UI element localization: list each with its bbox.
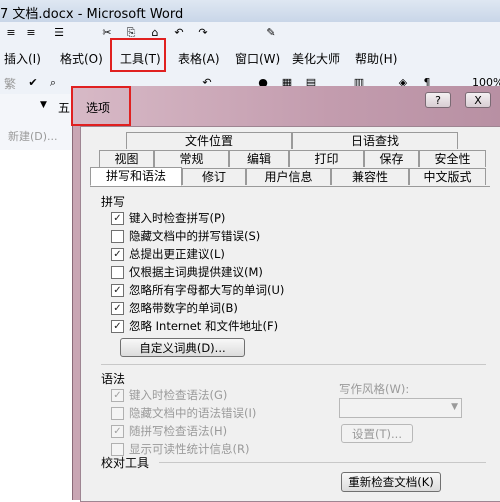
dialog-title-highlight-box xyxy=(71,86,131,126)
style-dropdown-icon[interactable]: ▼ xyxy=(40,100,47,110)
checkbox-checked-icon[interactable]: ✓ xyxy=(111,247,124,261)
recheck-document-button[interactable]: 重新检查文档(K) xyxy=(341,472,441,492)
spelling-option[interactable]: 隐藏文档中的拼写错误(S) xyxy=(111,228,260,244)
checkbox-checked-icon[interactable]: ✓ xyxy=(111,319,124,333)
tab-user-info[interactable]: 用户信息 xyxy=(246,168,331,185)
tab-track-changes[interactable]: 修订 xyxy=(182,168,246,185)
checkbox-unchecked-icon[interactable] xyxy=(111,265,124,279)
writing-style-label: 写作风格(W): xyxy=(339,382,410,396)
spelling-option[interactable]: ✓ 忽略 Internet 和文件地址(F) xyxy=(111,318,278,334)
grammar-option[interactable]: 隐藏文档中的语法错误(I) xyxy=(111,405,256,421)
tab-compatibility[interactable]: 兼容性 xyxy=(331,168,409,185)
menu-window[interactable]: 窗口(W) xyxy=(235,50,280,67)
window-title: 7 文档.docx - Microsoft Word xyxy=(0,7,184,22)
dialog-body: 文件位置 日语查找 视图 常规 编辑 打印 保存 安全性 拼写和语法 修订 用户… xyxy=(80,126,500,502)
research-icon[interactable]: ⌕ xyxy=(46,76,60,90)
tab-spelling-grammar[interactable]: 拼写和语法 xyxy=(90,167,182,186)
tab-general[interactable]: 常规 xyxy=(154,150,229,167)
proofing-heading: 校对工具 xyxy=(101,456,150,470)
chevron-down-icon[interactable]: ▼ xyxy=(451,402,458,412)
menu-bar: 插入(I) 格式(O) 工具(T) 表格(A) 窗口(W) 美化大师 帮助(H) xyxy=(0,44,500,73)
tab-save[interactable]: 保存 xyxy=(364,150,419,167)
checkbox-checked-icon[interactable]: ✓ xyxy=(111,283,124,297)
dialog-help-button[interactable]: ? xyxy=(425,92,451,108)
options-dialog: 选项 ? X 文件位置 日语查找 视图 常规 编辑 打印 保存 安全性 拼写和语… xyxy=(71,86,500,502)
tab-chinese-layout[interactable]: 中文版式 xyxy=(409,168,486,185)
custom-dictionary-button[interactable]: 自定义词典(D)... xyxy=(120,338,245,357)
option-label: 忽略带数字的单词(B) xyxy=(129,301,238,315)
align-icon[interactable]: ≡ xyxy=(4,26,18,40)
spelling-option[interactable]: ✓ 忽略带数字的单词(B) xyxy=(111,300,238,316)
option-label: 键入时检查拼写(P) xyxy=(129,211,226,225)
tab-security[interactable]: 安全性 xyxy=(419,150,486,167)
option-label: 总提出更正建议(L) xyxy=(129,247,225,261)
spelling-option[interactable]: ✓ 总提出更正建议(L) xyxy=(111,246,225,262)
tab-edit[interactable]: 编辑 xyxy=(229,150,289,167)
writing-style-select[interactable]: ▼ xyxy=(339,398,462,418)
toolbar-top: ≡ ≡ ☰ ✂ ⎘ ⌂ ↶ ↷ ✎ xyxy=(0,22,500,45)
redo-icon[interactable]: ↷ xyxy=(196,26,210,40)
tab-view[interactable]: 视图 xyxy=(99,150,154,167)
font-size-indicator[interactable]: 五 xyxy=(58,99,70,116)
checkbox-checked-icon[interactable]: ✓ xyxy=(111,424,124,438)
menu-format[interactable]: 格式(O) xyxy=(60,50,103,67)
grammar-option[interactable]: ✓ 随拼写检查语法(H) xyxy=(111,423,227,439)
format-painter-icon[interactable]: ✎ xyxy=(264,26,278,40)
new-document-link[interactable]: 新建(D)... xyxy=(8,128,58,144)
tab-print[interactable]: 打印 xyxy=(289,150,364,167)
checkbox-checked-icon[interactable]: ✓ xyxy=(111,211,124,225)
tools-highlight-box xyxy=(110,38,166,72)
option-label: 忽略所有字母都大写的单词(U) xyxy=(129,283,285,297)
section-divider xyxy=(159,462,486,463)
dialog-close-button[interactable]: X xyxy=(465,92,491,108)
tab-japanese-find[interactable]: 日语查找 xyxy=(292,132,458,149)
spelling-option[interactable]: 仅根据主词典提供建议(M) xyxy=(111,264,263,280)
menu-beautify[interactable]: 美化大师 xyxy=(292,50,340,67)
style-indicator: 繁 xyxy=(4,77,17,91)
menu-help[interactable]: 帮助(H) xyxy=(355,50,397,67)
document-area xyxy=(0,150,76,500)
word-title-bar: 7 文档.docx - Microsoft Word xyxy=(0,0,500,23)
option-label: 隐藏文档中的拼写错误(S) xyxy=(129,229,261,243)
spelling-option[interactable]: ✓ 忽略所有字母都大写的单词(U) xyxy=(111,282,284,298)
section-divider xyxy=(101,364,486,365)
option-label: 忽略 Internet 和文件地址(F) xyxy=(129,319,279,333)
grammar-settings-button[interactable]: 设置(T)... xyxy=(341,424,413,443)
grammar-option[interactable]: ✓ 键入时检查语法(G) xyxy=(111,387,227,403)
dialog-title-bar: 选项 ? X xyxy=(73,86,500,126)
option-label: 随拼写检查语法(H) xyxy=(129,424,228,438)
list-icon[interactable]: ☰ xyxy=(52,26,66,40)
spelling-option[interactable]: ✓ 键入时检查拼写(P) xyxy=(111,210,225,226)
spelling-heading: 拼写 xyxy=(101,195,126,209)
tab-baseline xyxy=(90,186,490,187)
checkbox-unchecked-icon[interactable] xyxy=(111,406,124,420)
option-label: 仅根据主词典提供建议(M) xyxy=(129,265,263,279)
spellcheck-icon[interactable]: ✔ xyxy=(26,76,40,90)
tab-file-locations[interactable]: 文件位置 xyxy=(126,132,292,149)
menu-insert[interactable]: 插入(I) xyxy=(4,50,41,67)
checkbox-checked-icon[interactable]: ✓ xyxy=(111,301,124,315)
option-label: 键入时检查语法(G) xyxy=(129,388,228,402)
checkbox-unchecked-icon[interactable] xyxy=(111,229,124,243)
grammar-heading: 语法 xyxy=(101,372,126,386)
undo-icon[interactable]: ↶ xyxy=(172,26,186,40)
checkbox-checked-icon[interactable]: ✓ xyxy=(111,388,124,402)
menu-table[interactable]: 表格(A) xyxy=(178,50,220,67)
align-center-icon[interactable]: ≡ xyxy=(24,26,38,40)
option-label: 隐藏文档中的语法错误(I) xyxy=(129,406,257,420)
